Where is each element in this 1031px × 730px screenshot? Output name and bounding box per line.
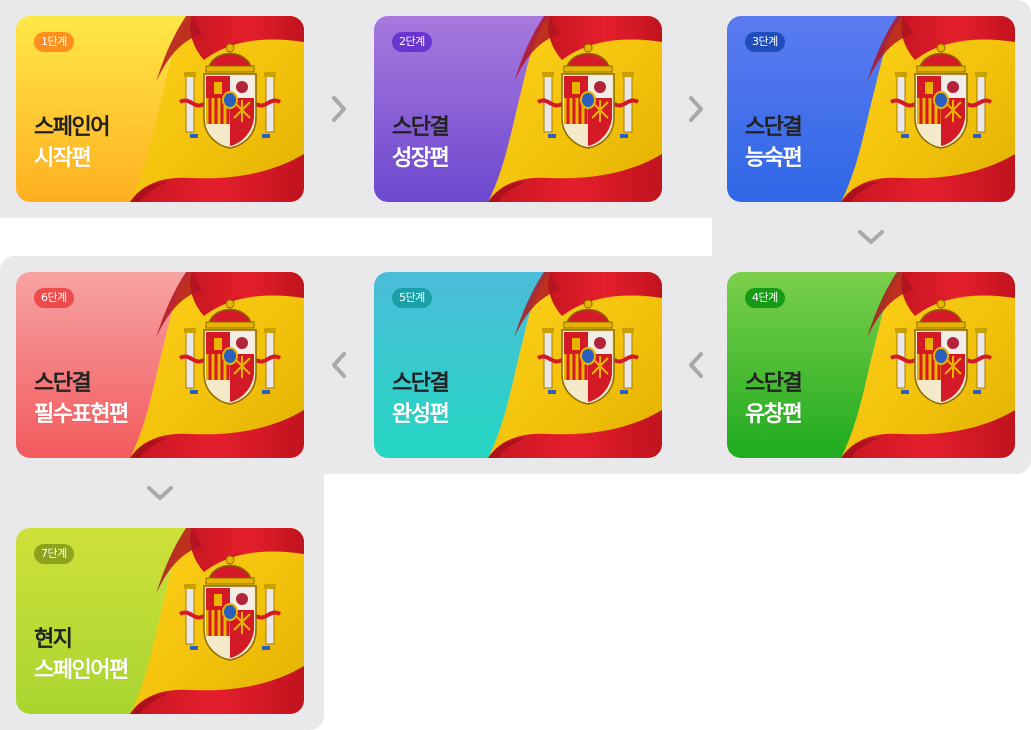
stage-badge: 2단계 — [392, 32, 432, 52]
stage-title: 현지 스페인어편 — [34, 627, 129, 683]
chevron-left-icon — [689, 352, 703, 378]
stage-card-2[interactable]: 2단계 스단결 성장편 — [374, 16, 662, 202]
stage-card-6[interactable]: 6단계 스단결 필수표현편 — [16, 272, 304, 458]
stage-badge: 5단계 — [392, 288, 432, 308]
stage-card-4[interactable]: 4단계 스단결 유창편 — [727, 272, 1015, 458]
stage-card-5[interactable]: 5단계 스단결 완성편 — [374, 272, 662, 458]
stage-card-7[interactable]: 7단계 현지 스페인어편 — [16, 528, 304, 714]
stage-badge: 1단계 — [34, 32, 74, 52]
stage-title: 스단결 완성편 — [392, 371, 450, 427]
chevron-down-icon — [858, 230, 884, 244]
stage-title: 스단결 능숙편 — [745, 115, 803, 171]
stage-title: 스단결 유창편 — [745, 371, 803, 427]
chevron-right-icon — [689, 96, 703, 122]
stage-card-1[interactable]: 1단계 스페인어 시작편 — [16, 16, 304, 202]
stage-card-3[interactable]: 3단계 스단결 능숙편 — [727, 16, 1015, 202]
stage-title: 스단결 필수표현편 — [34, 371, 129, 427]
stage-badge: 4단계 — [745, 288, 785, 308]
chevron-down-icon — [147, 486, 173, 500]
stage-title: 스단결 성장편 — [392, 115, 450, 171]
chevron-left-icon — [332, 352, 346, 378]
chevron-right-icon — [332, 96, 346, 122]
stage-badge: 6단계 — [34, 288, 74, 308]
stage-badge: 7단계 — [34, 544, 74, 564]
stage-badge: 3단계 — [745, 32, 785, 52]
stage-title: 스페인어 시작편 — [34, 115, 110, 171]
